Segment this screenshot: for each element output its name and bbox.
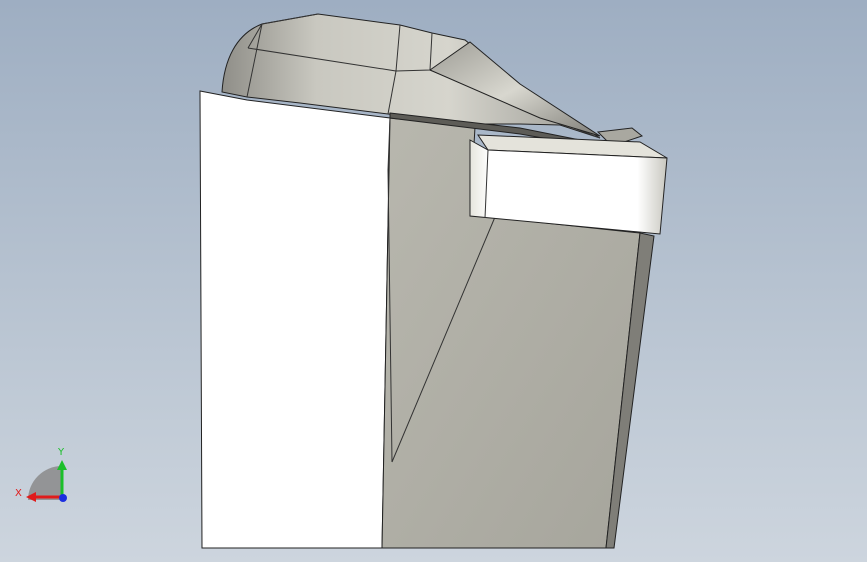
model-canvas[interactable]: X Y: [0, 0, 867, 562]
model-face-left: [199, 90, 391, 549]
axis-triad: X Y: [15, 447, 67, 502]
z-axis-dot: [59, 494, 67, 502]
x-axis-label: X: [15, 488, 22, 499]
y-axis-arrow: [57, 460, 67, 470]
3d-viewport[interactable]: X Y: [0, 0, 867, 562]
y-axis-label: Y: [57, 447, 65, 458]
